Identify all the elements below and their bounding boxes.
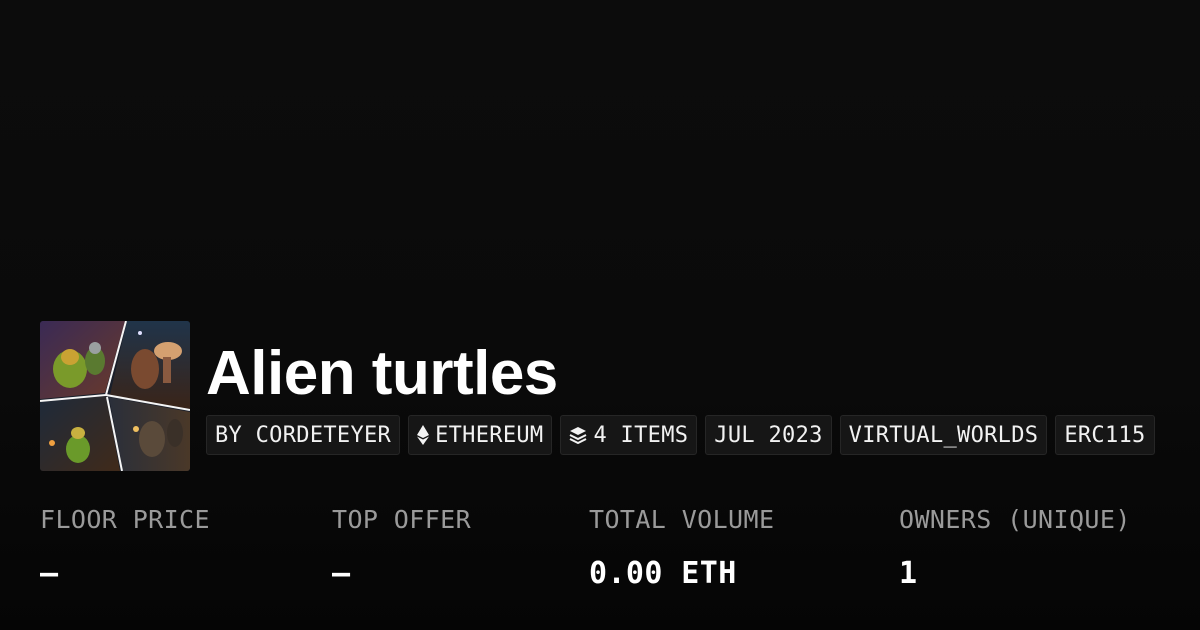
stat-floor-price: FLOOR PRICE – [40,505,210,591]
stat-owners: OWNERS (UNIQUE) 1 [899,505,1131,591]
category-tag-label: VIRTUAL_WORLDS [848,422,1039,448]
stat-label: OWNERS (UNIQUE) [899,505,1131,534]
stat-value: – [332,556,351,591]
stat-value: – [40,556,59,591]
collection-artwork [40,321,190,471]
collection-thumbnail[interactable] [40,321,190,471]
category-tag[interactable]: VIRTUAL_WORLDS [839,415,1048,455]
collection-tags: BY CORDETEYER ETHEREUM 4 ITEMS JUL 2023 … [206,415,1155,455]
stat-label: TOTAL VOLUME [589,505,775,534]
date-tag-label: JUL 2023 [714,422,823,448]
chain-tag-label: ETHEREUM [435,422,544,448]
stat-value: 1 [899,556,918,591]
collection-info: Alien turtles BY CORDETEYER ETHEREUM 4 I… [206,321,1155,455]
token-standard-tag[interactable]: ERC115 [1055,415,1155,455]
date-tag[interactable]: JUL 2023 [705,415,832,455]
collection-title: Alien turtles [206,339,558,408]
stat-value: 0.00 ETH [589,556,737,591]
ethereum-icon [417,425,430,445]
creator-tag[interactable]: BY CORDETEYER [206,415,401,455]
items-tag[interactable]: 4 ITEMS [560,415,698,455]
stat-label: TOP OFFER [332,505,472,534]
collection-header: Alien turtles BY CORDETEYER ETHEREUM 4 I… [40,321,1155,471]
layers-icon [569,426,587,444]
token-standard-tag-label: ERC115 [1064,422,1146,448]
stat-label: FLOOR PRICE [40,505,210,534]
stat-top-offer: TOP OFFER – [332,505,471,591]
items-tag-label: 4 ITEMS [593,422,689,448]
stat-total-volume: TOTAL VOLUME 0.00 ETH [589,505,774,591]
chain-tag[interactable]: ETHEREUM [408,415,553,455]
creator-tag-label: BY CORDETEYER [215,422,392,448]
